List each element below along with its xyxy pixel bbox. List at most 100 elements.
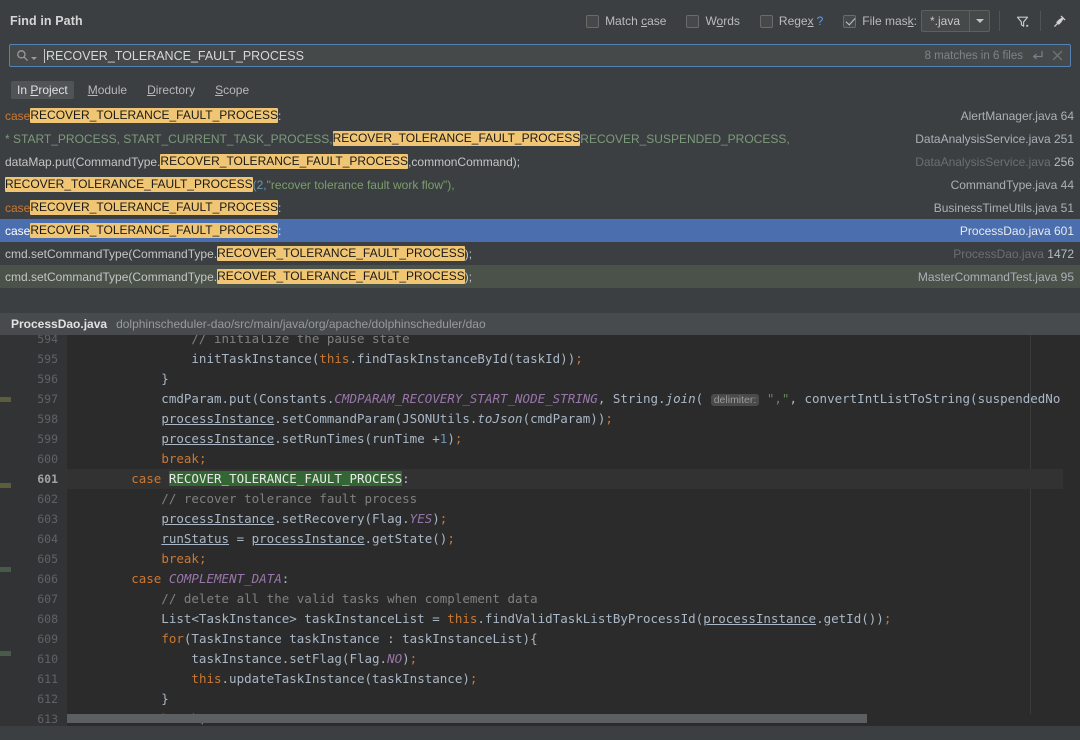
code-token [71, 531, 161, 546]
match-highlight: RECOVER_TOLERANCE_FAULT_PROCESS [333, 131, 581, 146]
result-row[interactable]: cmd.setCommandType(CommandType.RECOVER_T… [0, 242, 1080, 265]
code-line[interactable]: // recover tolerance fault process [67, 489, 417, 509]
regex-checkbox[interactable]: Regex ? [760, 14, 823, 28]
result-row[interactable]: case RECOVER_TOLERANCE_FAULT_PROCESS:Pro… [0, 219, 1080, 242]
code-fragment: (2, [253, 178, 267, 192]
result-file-location: ProcessDao.java 1472 [937, 247, 1074, 261]
code-line[interactable]: processInstance.setRunTimes(runTime +1); [67, 429, 462, 449]
match-case-box[interactable] [586, 15, 599, 28]
enter-icon [1031, 49, 1044, 62]
words-label: Words [705, 14, 739, 28]
code-token: ; [410, 651, 418, 666]
line-number: 601 [37, 469, 58, 489]
result-match-text: cmd.setCommandType(CommandType.RECOVER_T… [5, 269, 472, 284]
code-preview[interactable]: 5945955965975985996006016026036046056066… [0, 335, 1080, 740]
line-number: 611 [37, 669, 58, 689]
code-token: ) [447, 431, 455, 446]
code-token: : [402, 471, 410, 486]
code-token [71, 671, 191, 686]
scope-tab-1[interactable]: Module [82, 81, 133, 99]
code-token [71, 471, 131, 486]
code-line[interactable]: initTaskInstance(this.findTaskInstanceBy… [67, 349, 583, 369]
code-line[interactable]: cmdParam.put(Constants.CMDPARAM_RECOVERY… [67, 389, 1060, 409]
code-line[interactable]: } [67, 689, 169, 709]
horizontal-scrollbar-thumb[interactable] [67, 714, 867, 723]
code-line[interactable]: for(TaskInstance taskInstance : taskInst… [67, 629, 538, 649]
code-token: ; [455, 431, 463, 446]
code-token: cmdParam.put(Constants. [71, 391, 334, 406]
line-number: 610 [37, 649, 58, 669]
scope-tab-3[interactable]: Scope [209, 81, 255, 99]
match-case-checkbox[interactable]: Match case [586, 14, 666, 28]
chevron-down-icon[interactable] [969, 11, 989, 31]
gutter-change-marker [0, 651, 11, 656]
code-token: .setCommandParam(JSONUtils. [274, 411, 477, 426]
code-line[interactable]: case RECOVER_TOLERANCE_FAULT_PROCESS: [67, 469, 1063, 489]
code-token: .setRunTimes(runTime + [274, 431, 440, 446]
code-line[interactable]: runStatus = processInstance.getState(); [67, 529, 455, 549]
code-line[interactable]: break; [67, 549, 206, 569]
file-mask-combobox[interactable]: *.java [921, 10, 990, 32]
line-number: 604 [37, 529, 58, 549]
file-mask-value: *.java [922, 14, 969, 28]
line-number: 598 [37, 409, 58, 429]
code-line[interactable]: case COMPLEMENT_DATA: [67, 569, 289, 589]
result-row[interactable]: case RECOVER_TOLERANCE_FAULT_PROCESS:Ale… [0, 104, 1080, 127]
file-mask-checkbox[interactable]: File mask: [843, 14, 917, 28]
search-input[interactable]: RECOVER_TOLERANCE_FAULT_PROCESS 8 matche… [9, 44, 1071, 67]
code-fragment: cmd.setCommandType(CommandType. [5, 270, 217, 284]
code-token: break; [161, 451, 206, 466]
result-row[interactable]: RECOVER_TOLERANCE_FAULT_PROCESS(2, "reco… [0, 173, 1080, 196]
line-number: 605 [37, 549, 58, 569]
code-token: this [319, 351, 349, 366]
code-line[interactable]: // delete all the valid tasks when compl… [67, 589, 538, 609]
result-match-text: case RECOVER_TOLERANCE_FAULT_PROCESS: [5, 108, 281, 123]
pin-icon[interactable] [1046, 9, 1072, 33]
toolbar-divider-2 [1040, 11, 1041, 31]
scope-tab-2[interactable]: Directory [141, 81, 201, 99]
filter-icon[interactable] [1009, 9, 1035, 33]
code-fragment: : [278, 109, 281, 123]
result-row[interactable]: case RECOVER_TOLERANCE_FAULT_PROCESS:Bus… [0, 196, 1080, 219]
code-token: ) [432, 511, 440, 526]
regex-help-link[interactable]: ? [817, 14, 824, 28]
code-fragment: case [5, 201, 30, 215]
result-row[interactable]: cmd.setCommandType(CommandType.RECOVER_T… [0, 265, 1080, 288]
result-row[interactable]: dataMap.put(CommandType.RECOVER_TOLERANC… [0, 150, 1080, 173]
words-box[interactable] [686, 15, 699, 28]
find-in-path-dialog: Find in Path Match case Words Regex ? Fi… [0, 0, 1080, 740]
code-line[interactable]: List<TaskInstance> taskInstanceList = th… [67, 609, 891, 629]
line-number: 608 [37, 609, 58, 629]
code-token: initTaskInstance( [71, 351, 319, 366]
result-file-location: DataAnalysisService.java 256 [899, 155, 1074, 169]
code-token: NO [387, 651, 402, 666]
code-fragment: ); [465, 270, 472, 284]
match-case-label: Match case [605, 14, 666, 28]
code-token: processInstance [252, 531, 365, 546]
code-line[interactable]: processInstance.setCommandParam(JSONUtil… [67, 409, 613, 429]
result-row[interactable]: * START_PROCESS, START_CURRENT_TASK_PROC… [0, 127, 1080, 150]
code-line[interactable]: // initialize the pause state [67, 335, 410, 349]
code-line[interactable]: processInstance.setRecovery(Flag.YES); [67, 509, 447, 529]
code-line[interactable]: } [67, 369, 169, 389]
code-token: : [282, 571, 290, 586]
regex-box[interactable] [760, 15, 773, 28]
line-number: 596 [37, 369, 58, 389]
search-history-caret-icon[interactable] [31, 57, 37, 60]
code-token: List<TaskInstance> taskInstanceList = [71, 611, 447, 626]
code-token: } [71, 371, 169, 386]
close-icon[interactable] [1052, 50, 1063, 61]
words-checkbox[interactable]: Words [686, 14, 739, 28]
result-file-location: ProcessDao.java 601 [944, 224, 1074, 238]
file-mask-box[interactable] [843, 15, 856, 28]
code-line[interactable]: break; [67, 449, 206, 469]
code-token: break; [161, 551, 206, 566]
line-number: 607 [37, 589, 58, 609]
code-line[interactable]: taskInstance.setFlag(Flag.NO); [67, 649, 417, 669]
results-list[interactable]: case RECOVER_TOLERANCE_FAULT_PROCESS:Ale… [0, 104, 1080, 307]
code-lines[interactable]: // initialize the pause state initTaskIn… [67, 335, 1080, 740]
code-line[interactable]: this.updateTaskInstance(taskInstance); [67, 669, 477, 689]
search-row: RECOVER_TOLERANCE_FAULT_PROCESS 8 matche… [0, 42, 1080, 69]
scope-tab-0[interactable]: In Project [11, 81, 74, 99]
search-status-area: 8 matches in 6 files [925, 49, 1070, 62]
